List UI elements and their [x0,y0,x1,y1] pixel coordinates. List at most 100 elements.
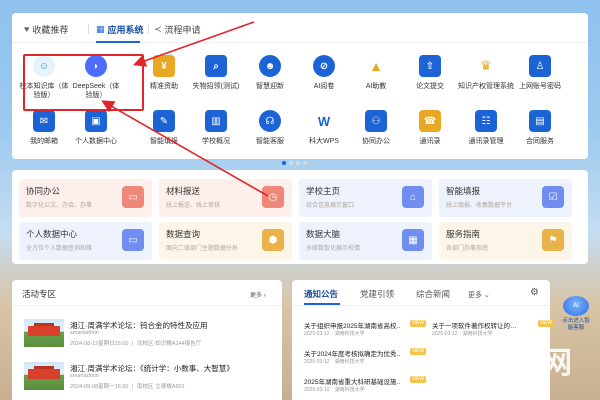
edit-icon: ✎ [153,110,175,132]
app-precise-aid[interactable]: ¥ 精准资助 [138,55,190,91]
tab-bar: ♥ 收藏推荐 ▦ 应用系统 ≺ 流程申请 [12,13,588,43]
app-label: 我的邮箱 [30,138,58,145]
app-smart-fill[interactable]: ✎ 智能填报 [138,110,190,146]
news-item[interactable]: 关于2024年度考核拟确定为优秀… NEW 2025-03-12 湖南科技大学 [304,348,426,370]
more-link[interactable]: 更多 ⌄ [468,290,490,300]
app-wps[interactable]: W 科大WPS [298,110,350,146]
news-title: 2025年湖南省重大科研基础设施… [304,379,400,386]
app-network-account[interactable]: ♙ 上网账号密码 [514,55,566,91]
app-label: 合同服务 [526,138,554,145]
building-icon: ▥ [205,110,227,132]
app-personal-data[interactable]: ▣ 个人数据中心 [70,110,122,146]
app-label: 智能填报 [150,138,178,145]
more-link[interactable]: 更多 › [250,290,266,299]
tab-favorites[interactable]: ♥ 收藏推荐 [24,22,68,36]
search-box-icon: ⌕ [205,55,227,77]
app-welcome[interactable]: ☻ 智慧迎新 [244,55,296,91]
person-icon: ☻ [259,55,281,77]
user-card-icon: ♙ [529,55,551,77]
app-label: 通讯录管理 [468,138,504,145]
mortarboard-icon: ▲ [365,55,387,77]
app-label: 上网账号密码 [519,83,561,90]
app-panel: ♥ 收藏推荐 ▦ 应用系统 ≺ 流程申请 ☺ 校本知识库（体验版） ◗ Deep… [12,13,588,165]
app-label: 智慧迎新 [256,83,284,90]
guide-icon: ⚑ [542,229,564,251]
news-tab-general[interactable]: 综合新闻 [416,288,450,300]
activity-section: 活动专区 更多 › 湘江·周满学术论坛：钨合金的特性及应用 smartadmin… [12,280,282,400]
news-date: 2025-03-12 湖南科技大学 [304,359,365,365]
activity-item[interactable]: 湘江·周满学术论坛：《统计学：小数事、大智慧》 smartadmin 2024-… [24,362,274,392]
activity-meta: 2024-08-12星期日15:00 丨 北校区·知识楼A144报告厅 [70,341,202,347]
pager-dot[interactable] [303,161,307,165]
contacts-icon: ☷ [475,110,497,132]
news-item[interactable]: 2025年湖南省重大科研基础设施… NEW 2025-03-10 湖南科技大学 [304,376,426,398]
tab-separator [148,24,149,34]
app-thesis-submit[interactable]: ⇧ 论文提交 [404,55,456,91]
news-title: 关于一项软件著作权转让的… [432,323,517,330]
chart-screen-icon: ▦ [402,229,424,251]
briefcase-icon: ▭ [122,186,144,208]
pager-dot[interactable] [289,161,293,165]
divider [292,305,550,306]
watermark-logo-icon [427,341,473,387]
homepage-icon: ⌂ [402,186,424,208]
card-data-query[interactable]: 数据查询 面向二级部门主题数据分析 ⬢ [159,222,292,260]
tab-apps[interactable]: ▦ 应用系统 [96,22,144,36]
mail-icon: ✉ [33,110,55,132]
watermark-sub: NEWS [482,376,519,388]
headset-icon: ☊ [259,110,281,132]
app-mail[interactable]: ✉ 我的邮箱 [18,110,70,146]
trophy-icon: ♛ [475,55,497,77]
app-ai-assistant[interactable]: ▲ AI助教 [350,55,402,91]
robot-icon: AI [563,296,589,316]
activity-item[interactable]: 湘江·周满学术论坛：钨合金的特性及应用 smartadmin 2024-08-1… [24,319,274,349]
news-date: 2025-03-10 湖南科技大学 [304,387,365,393]
card-school-home[interactable]: 学校主页 综合信息展示窗口 ⌂ [299,179,432,217]
app-ip-management[interactable]: ♛ 知识产权管理系统 [456,55,516,91]
app-label: 个人数据中心 [75,138,117,145]
campus-thumbnail [24,362,64,390]
service-cards: 协同办公 数字化公文、办会、办事 ▭ 材料报送 线上报送、线上审核 ◷ 学校主页… [12,170,588,264]
card-personal-data[interactable]: 个人数据中心 全方位个人数据查询和维 ▭ [19,222,152,260]
app-label: 协同办公 [362,138,390,145]
pager-dots [282,161,307,165]
pager-dot[interactable] [282,161,286,165]
hands-icon: ¥ [153,55,175,77]
upload-icon: ⇧ [419,55,441,77]
news-tab-notices[interactable]: 通知公告 [304,288,338,300]
app-contacts-admin[interactable]: ☷ 通讯录管理 [460,110,512,146]
app-phonebook[interactable]: ☎ 通讯录 [404,110,456,146]
card-service-guide[interactable]: 服务指南 各部门办事指南 ⚑ [439,222,572,260]
wps-icon: W [313,110,335,132]
app-ai-grading[interactable]: ⊘ AI阅卷 [298,55,350,91]
tab-label: 流程申请 [164,24,201,35]
card-collab-office[interactable]: 协同办公 数字化公文、办会、办事 ▭ [19,179,152,217]
app-label: 失物招领(测试) [192,83,240,90]
news-watermark: 新闻网 NEWS [426,336,598,396]
app-contract[interactable]: ▤ 合同服务 [514,110,566,146]
gear-icon[interactable]: ⚙ [530,287,539,298]
tab-process[interactable]: ≺ 流程申请 [154,22,201,36]
app-collab-office[interactable]: ⚇ 协同办公 [350,110,402,146]
app-label: AI助教 [365,83,387,90]
app-smart-service[interactable]: ☊ 智能客服 [244,110,296,146]
news-item[interactable]: 关于组织申报2025年湖南省高校… NEW 2025-03-12 湖南科技大学 [304,320,426,342]
grid-icon: ▦ [96,23,105,34]
news-tab-party[interactable]: 党建引领 [360,288,394,300]
app-school-overview[interactable]: ▥ 学校概况 [190,110,242,146]
card-material-submit[interactable]: 材料报送 线上报送、线上审核 ◷ [159,179,292,217]
phonebook-icon: ☎ [419,110,441,132]
new-badge: NEW [410,376,426,383]
tab-separator [88,24,89,34]
divider [12,305,282,306]
news-title: 关于2024年度考核拟确定为优秀… [304,351,400,358]
app-lost-found[interactable]: ⌕ 失物招领(测试) [190,55,242,91]
pager-dot[interactable] [296,161,300,165]
heart-icon: ♥ [24,24,30,34]
chevron-down-icon: ⌄ [483,292,490,299]
share-icon: ≺ [154,23,162,34]
card-smart-fill[interactable]: 智能填报 线上填报、收集数据平台 ☑ [439,179,572,217]
card-data-brain[interactable]: 数据大脑 多维数智化展示校情 ▦ [299,222,432,260]
new-badge: NEW [538,320,554,327]
smart-service-float[interactable]: AI 点击进入智能客服 [560,296,592,332]
